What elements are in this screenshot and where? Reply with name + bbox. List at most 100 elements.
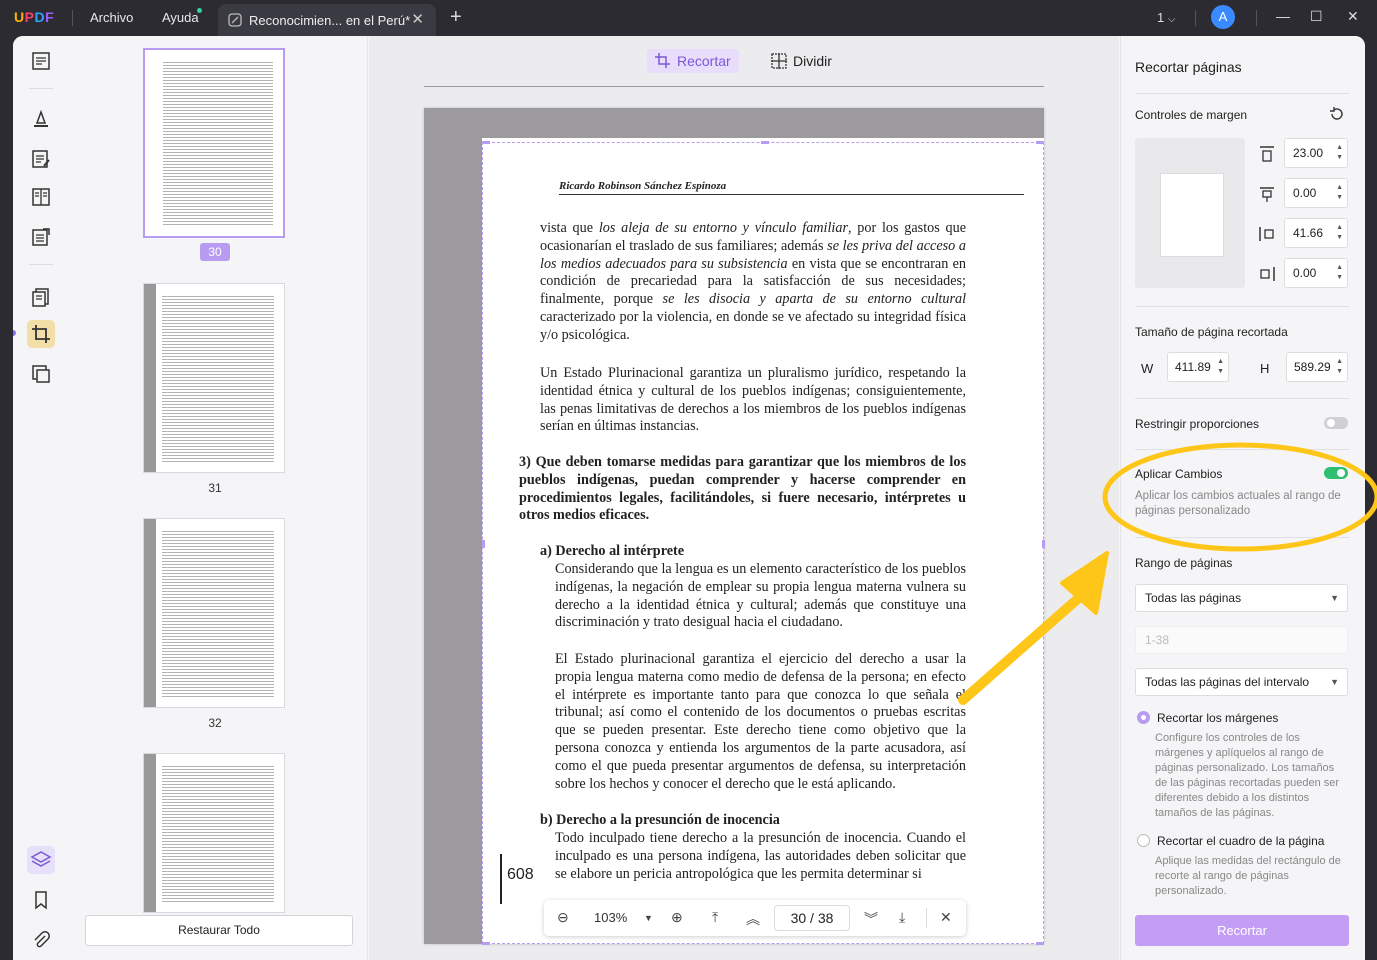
- height-input[interactable]: 589.29 ▲ ▼: [1286, 352, 1348, 382]
- thumbnail-page-30[interactable]: [143, 48, 285, 238]
- zoom-dropdown-icon[interactable]: ▼: [644, 913, 653, 923]
- margin-left-icon: [1259, 227, 1274, 241]
- thumbnail-page-31[interactable]: [143, 283, 285, 473]
- crop-margins-description: Configure los controles de los márgenes …: [1155, 732, 1340, 819]
- panel-title: Recortar páginas: [1135, 59, 1242, 75]
- thumbnail-page-32[interactable]: [143, 518, 285, 708]
- cropped-size-label: Tamaño de página recortada: [1135, 325, 1288, 339]
- maximize-icon[interactable]: ☐: [1310, 8, 1323, 25]
- close-nav-icon[interactable]: ✕: [940, 909, 952, 926]
- thumb-text: [162, 529, 274, 697]
- restore-all-button[interactable]: Restaurar Todo: [85, 915, 353, 946]
- apply-changes-toggle[interactable]: [1324, 467, 1348, 479]
- main-frame: 30 31 32 Restaurar Todo Recortar Dividir…: [13, 36, 1365, 960]
- updf-logo[interactable]: UPDF: [14, 9, 54, 25]
- reset-icon[interactable]: [1328, 105, 1346, 123]
- zoom-in-icon[interactable]: ⊕: [671, 909, 683, 926]
- close-tab-icon[interactable]: ✕: [411, 10, 424, 28]
- page-range-select[interactable]: Todas las páginas ▼: [1135, 584, 1348, 612]
- page-range-value: Todas las páginas: [1145, 591, 1242, 605]
- crop-handle-top[interactable]: [761, 141, 769, 144]
- thumbnail-label: 32: [208, 716, 222, 730]
- document-tab[interactable]: Reconocimien... en el Perú* ✕: [218, 4, 436, 36]
- minimize-icon[interactable]: —: [1276, 8, 1290, 24]
- margin-top-input[interactable]: 23.00 ▲ ▼: [1284, 138, 1348, 168]
- previous-page-icon[interactable]: ︽: [746, 909, 760, 929]
- crop-handle-tl[interactable]: [482, 141, 490, 144]
- window-count-value: 1: [1157, 10, 1165, 25]
- crop-handle-tr[interactable]: [1036, 141, 1044, 144]
- spinner-arrows-icon[interactable]: ▲ ▼: [1336, 183, 1343, 203]
- thumbnail-label: 31: [208, 481, 222, 495]
- document-edit-icon: [228, 13, 242, 27]
- thumb-margin: [144, 519, 156, 707]
- edit-pdf-icon[interactable]: [30, 148, 52, 170]
- spinner-arrows-icon[interactable]: ▲ ▼: [1336, 357, 1343, 377]
- nav-separator: [926, 908, 927, 928]
- keep-ratio-toggle[interactable]: [1324, 417, 1348, 429]
- menu-file[interactable]: Archivo: [90, 10, 133, 25]
- title-separator-3: [1256, 10, 1257, 26]
- organize-icon[interactable]: [30, 186, 52, 208]
- crop-rectangle[interactable]: [482, 142, 1044, 944]
- comment-icon[interactable]: [30, 108, 52, 130]
- apply-changes-label: Aplicar Cambios: [1135, 467, 1223, 481]
- crop-apply-button[interactable]: Recortar: [1135, 915, 1349, 946]
- thumbnail-page-33[interactable]: [143, 753, 285, 913]
- panel-divider: [1135, 93, 1349, 94]
- last-page-icon[interactable]: ⤓: [899, 909, 905, 926]
- interval-value: Todas las páginas del intervalo: [1145, 675, 1310, 689]
- attachment-icon[interactable]: [30, 929, 52, 951]
- bookmark-icon[interactable]: [30, 889, 52, 911]
- new-tab-button[interactable]: +: [450, 6, 462, 29]
- margin-bottom-icon: [1260, 187, 1274, 202]
- spinner-arrows-icon[interactable]: ▲ ▼: [1217, 357, 1224, 377]
- crop-settings-panel: Recortar páginas Controles de margen 23.…: [1120, 36, 1365, 960]
- crop-handle-bl[interactable]: [482, 942, 490, 945]
- width-input[interactable]: 411.89 ▲ ▼: [1167, 352, 1229, 382]
- crop-handle-right[interactable]: [1042, 540, 1045, 548]
- close-window-icon[interactable]: ✕: [1347, 8, 1359, 25]
- crop-icon[interactable]: [30, 323, 52, 345]
- layers-icon[interactable]: [30, 849, 52, 871]
- apply-changes-description: Aplicar los cambios actuales al rango de…: [1135, 490, 1341, 517]
- crop-box-radio[interactable]: [1137, 834, 1150, 847]
- first-page-icon[interactable]: ⤒: [712, 909, 718, 926]
- page-tools-icon[interactable]: [30, 286, 52, 308]
- zoom-level[interactable]: 103%: [594, 910, 627, 925]
- dropdown-caret-icon: ▼: [1330, 593, 1339, 603]
- spinner-arrows-icon[interactable]: ▲ ▼: [1336, 143, 1343, 163]
- menu-help[interactable]: Ayuda: [162, 10, 199, 25]
- toggle-knob: [1327, 419, 1335, 427]
- crop-toolbar: Recortar Dividir: [369, 36, 1119, 86]
- crop-preview: [1135, 138, 1245, 288]
- margin-bottom-input[interactable]: 0.00 ▲ ▼: [1284, 178, 1348, 208]
- spinner-arrows-icon[interactable]: ▲ ▼: [1336, 223, 1343, 243]
- notification-dot: [197, 8, 202, 13]
- crop-handle-left[interactable]: [482, 540, 485, 548]
- next-page-icon[interactable]: ︾: [864, 909, 878, 929]
- crop-handle-br[interactable]: [1036, 942, 1044, 945]
- page-range-label: Rango de páginas: [1135, 556, 1233, 570]
- crop-margins-radio[interactable]: [1137, 711, 1150, 724]
- margin-controls-label: Controles de margen: [1135, 108, 1248, 122]
- current-page: 30: [790, 910, 807, 926]
- ocr-icon[interactable]: [30, 363, 52, 385]
- page-input[interactable]: 30 / 38: [774, 905, 850, 931]
- window-count[interactable]: 1 ⌵: [1157, 10, 1175, 25]
- interval-select[interactable]: Todas las páginas del intervalo ▼: [1135, 668, 1348, 696]
- split-mode-button[interactable]: Dividir: [763, 49, 840, 73]
- crop-mode-button[interactable]: Recortar: [647, 49, 739, 73]
- form-icon[interactable]: [30, 226, 52, 248]
- zoom-out-icon[interactable]: ⊖: [557, 909, 569, 926]
- user-avatar[interactable]: A: [1211, 5, 1235, 29]
- margin-right-icon: [1260, 267, 1275, 281]
- chevron-down-icon: ⌵: [1167, 14, 1176, 25]
- reader-icon[interactable]: [30, 50, 52, 72]
- spinner-arrows-icon[interactable]: ▲ ▼: [1336, 263, 1343, 283]
- cropped-margin-left: [424, 108, 482, 944]
- margin-right-input[interactable]: 0.00 ▲ ▼: [1284, 258, 1348, 288]
- crop-box-label: Recortar el cuadro de la página: [1157, 834, 1325, 848]
- margin-left-input[interactable]: 41.66 ▲ ▼: [1284, 218, 1348, 248]
- page-range-input[interactable]: 1-38: [1135, 626, 1348, 654]
